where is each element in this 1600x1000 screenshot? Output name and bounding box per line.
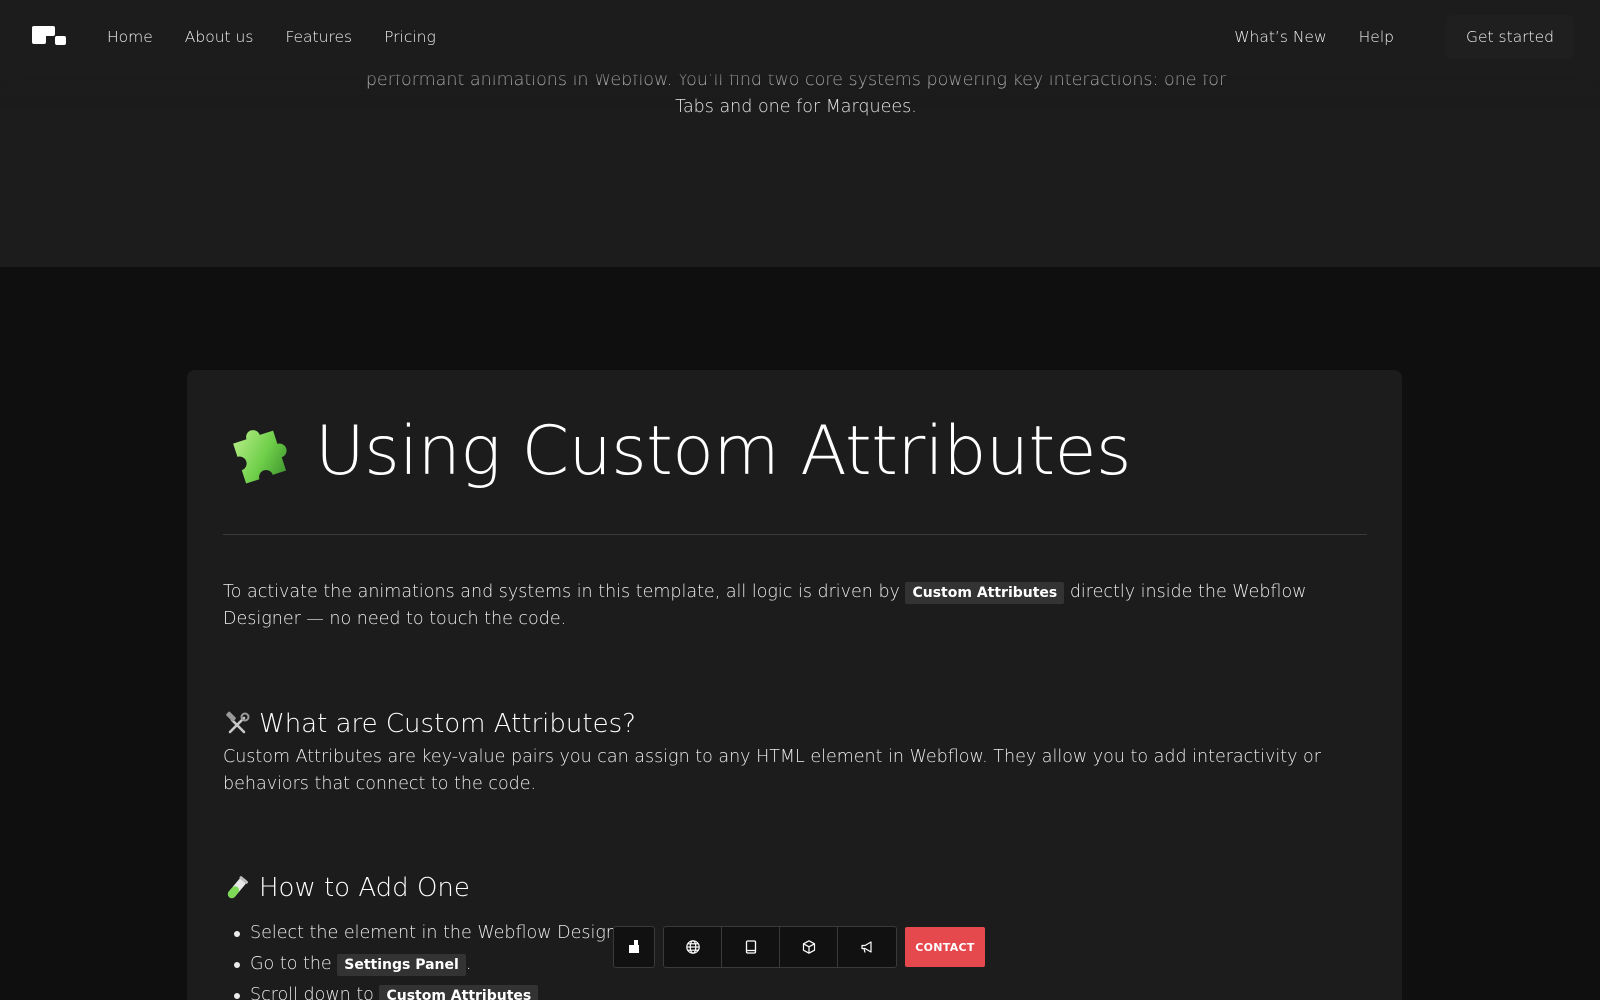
- section-heading-how-to-add: How to Add One: [223, 870, 470, 906]
- section-heading-text: How to Add One: [259, 873, 470, 903]
- section-heading-what-are: What are Custom Attributes?: [223, 706, 636, 742]
- get-started-button[interactable]: Get started: [1446, 15, 1574, 59]
- step-text: Go to the: [250, 954, 338, 974]
- title-divider: [223, 534, 1367, 535]
- nav-link-whats-new[interactable]: What’s New: [1234, 26, 1326, 48]
- inline-code-custom-attributes: Custom Attributes: [379, 985, 539, 1000]
- globe-button[interactable]: [664, 927, 722, 967]
- megaphone-button[interactable]: [838, 927, 896, 967]
- hammer-wrench-icon: [226, 711, 250, 734]
- section-heading-text: What are Custom Attributes?: [259, 709, 636, 739]
- intro-paragraph: To activate the animations and systems i…: [223, 579, 1367, 633]
- secondary-nav: What’s New Help: [1234, 26, 1394, 48]
- title-row: Using Custom Attributes: [223, 410, 1131, 494]
- test-tube-icon: [227, 876, 249, 899]
- step-text: Scroll down to: [250, 985, 380, 1000]
- list-item: Go to the Settings Panel.: [223, 949, 639, 980]
- steps-list: Select the element in the Webflow Design…: [223, 918, 639, 1000]
- tablet-icon: [745, 940, 756, 954]
- icon-button-group: [663, 926, 897, 968]
- globe-icon: [685, 940, 700, 954]
- nav-link-about[interactable]: About us: [185, 26, 254, 48]
- cube-icon: [802, 940, 815, 954]
- megaphone-icon: [861, 941, 872, 953]
- logo-icon[interactable]: [32, 26, 66, 48]
- tablet-button[interactable]: [722, 927, 780, 967]
- nav-link-help[interactable]: Help: [1359, 26, 1394, 48]
- list-item: Select the element in the Webflow Design…: [223, 918, 639, 949]
- main-nav: Home About us Features Pricing: [107, 26, 468, 48]
- page-title: Using Custom Attributes: [315, 412, 1131, 491]
- embedded-toolbar: CONTACT: [613, 926, 985, 968]
- step-text: .: [465, 954, 472, 974]
- section-paragraph-what-are: Custom Attributes are key-value pairs yo…: [223, 747, 1321, 794]
- inline-code-custom-attributes: Custom Attributes: [905, 582, 1065, 604]
- nav-link-features[interactable]: Features: [285, 26, 352, 48]
- inline-code-settings-panel: Settings Panel: [337, 954, 466, 976]
- content-card: Using Custom Attributes To activate the …: [187, 370, 1402, 1000]
- puzzle-piece-icon: [233, 430, 287, 484]
- nav-link-pricing[interactable]: Pricing: [384, 26, 436, 48]
- intro-text-start: To activate the animations and systems i…: [223, 582, 906, 602]
- nav-link-home[interactable]: Home: [107, 26, 153, 48]
- navbar: Home About us Features Pricing What’s Ne…: [0, 0, 1600, 74]
- list-item: Scroll down to Custom Attributes: [223, 980, 639, 1000]
- contact-button[interactable]: CONTACT: [905, 927, 985, 967]
- logo-icon: [629, 940, 639, 953]
- cube-button[interactable]: [780, 927, 838, 967]
- logo-icon-button[interactable]: [613, 926, 655, 968]
